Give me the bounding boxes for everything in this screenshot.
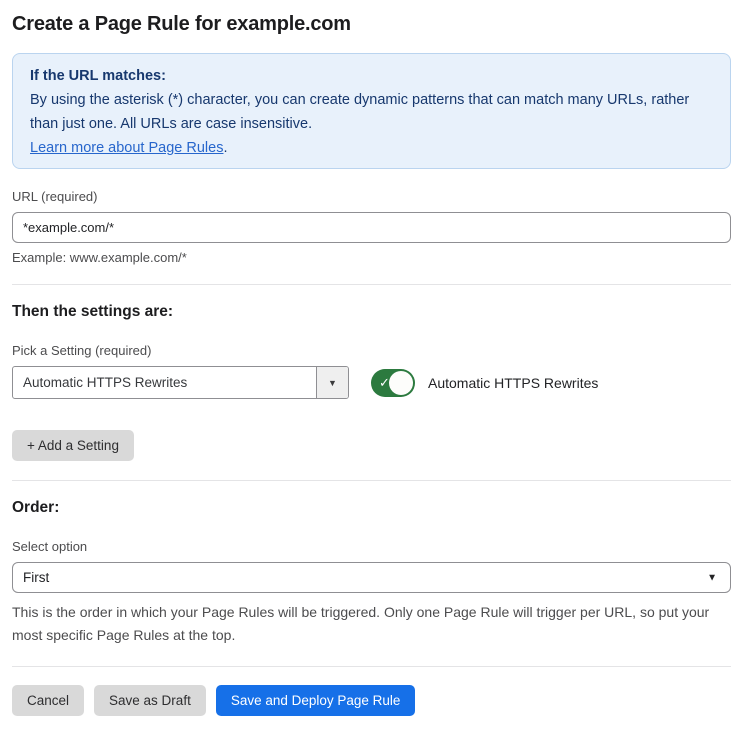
setting-dropdown-button[interactable]: ▼	[316, 367, 348, 398]
setting-row: Automatic HTTPS Rewrites ▼ ✓ Automatic H…	[12, 366, 731, 399]
divider	[12, 480, 731, 481]
url-field-label: URL (required)	[12, 189, 98, 204]
toggle-label: Automatic HTTPS Rewrites	[428, 374, 599, 391]
chevron-down-icon: ▼	[328, 377, 337, 388]
info-box-heading: If the URL matches:	[30, 68, 166, 84]
cancel-button[interactable]: Cancel	[12, 685, 85, 716]
setting-dropdown-value: Automatic HTTPS Rewrites	[23, 375, 188, 390]
settings-section-heading: Then the settings are:	[12, 303, 174, 320]
order-help-text: This is the order in which your Page Rul…	[12, 604, 710, 643]
setting-dropdown[interactable]: Automatic HTTPS Rewrites ▼	[12, 366, 349, 399]
save-as-draft-button[interactable]: Save as Draft	[94, 685, 206, 716]
save-and-deploy-button[interactable]: Save and Deploy Page Rule	[215, 685, 416, 716]
order-select-value: First	[23, 570, 50, 585]
info-box-body-text: By using the asterisk (*) character, you…	[30, 92, 690, 132]
add-setting-button[interactable]: + Add a Setting	[12, 430, 134, 461]
info-box-link-line: Learn more about Page Rules.	[30, 136, 713, 160]
automatic-https-rewrites-toggle[interactable]: ✓	[371, 368, 415, 397]
setting-toggle-group: ✓ Automatic HTTPS Rewrites	[371, 368, 599, 397]
divider	[12, 284, 731, 285]
pick-setting-label: Pick a Setting (required)	[12, 343, 152, 358]
toggle-knob	[389, 370, 413, 395]
url-input[interactable]	[12, 212, 731, 243]
footer-actions: Cancel Save as Draft Save and Deploy Pag…	[12, 685, 731, 716]
order-select-label: Select option	[12, 539, 88, 554]
order-section-heading: Order:	[12, 499, 60, 516]
order-select[interactable]: First ▼	[12, 562, 731, 593]
page-title: Create a Page Rule for example.com	[12, 13, 351, 35]
divider	[12, 666, 731, 667]
url-match-info-box: If the URL matches: By using the asteris…	[12, 53, 731, 169]
chevron-down-icon: ▼	[707, 572, 717, 583]
learn-more-link[interactable]: Learn more about Page Rules	[30, 140, 223, 156]
link-period: .	[223, 140, 228, 156]
url-example-hint: Example: www.example.com/*	[12, 250, 187, 265]
page-rule-form: Create a Page Rule for example.com If th…	[0, 0, 743, 730]
info-box-body: By using the asterisk (*) character, you…	[30, 88, 713, 136]
